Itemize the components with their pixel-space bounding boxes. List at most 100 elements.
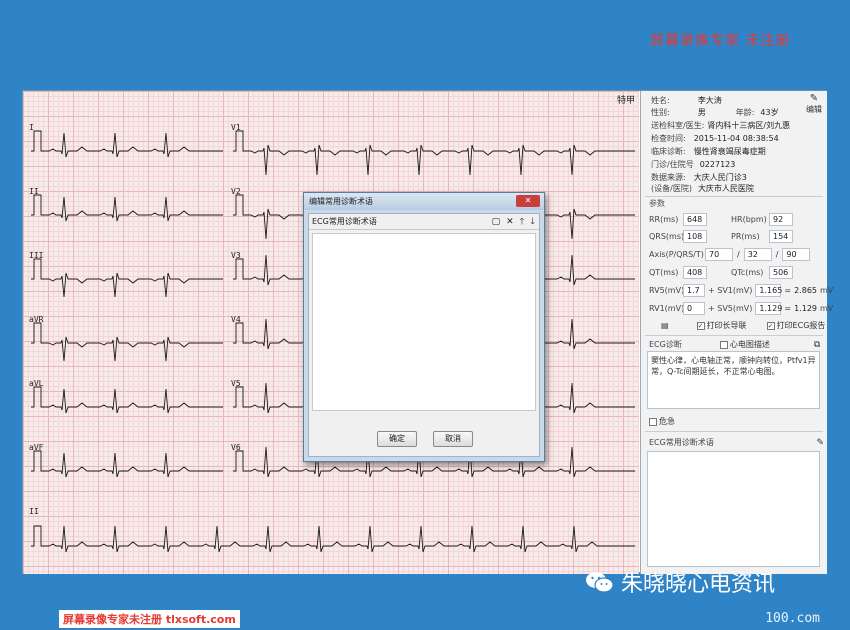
critical-checkbox[interactable] — [649, 417, 657, 426]
delete-icon[interactable]: ✕ — [506, 214, 514, 230]
move-down-icon[interactable]: 🡓 — [530, 214, 535, 230]
ecg-description-label: 心电图描述 — [729, 340, 770, 349]
lead-label-avf: aVF — [29, 443, 44, 452]
print-long-lead-label: 打印长导联 — [706, 321, 747, 330]
print-ecg-report-checkbox[interactable]: ✓ — [766, 321, 775, 330]
rv5-field[interactable]: 1.7 — [683, 284, 705, 297]
print-ecg-report-label: 打印ECG报告 — [776, 321, 826, 330]
hr-label: HR(bpm) — [731, 215, 767, 224]
report-panel: ✎ 编辑 姓名: 李大涛 性别: 男 年龄: 43岁 送检科室/医生: 肾内科十三病区/刘… — [640, 91, 833, 574]
qt-field[interactable]: 408 — [683, 266, 707, 279]
axis-t-field[interactable]: 90 — [782, 248, 811, 261]
wechat-brand-text: 朱晓晓心电资讯 — [621, 572, 776, 597]
axis-qrs-field[interactable]: 32 — [743, 248, 772, 261]
ecg-trace-left-0 — [31, 130, 223, 158]
diagnosis-label: 临床诊断: — [651, 147, 686, 156]
common-terms-list[interactable] — [647, 451, 820, 567]
lead-label-ii: II — [29, 187, 39, 196]
print-long-lead-checkbox[interactable]: ✓ — [696, 321, 705, 330]
rv5-sv1-sum: 2.865 — [794, 286, 818, 295]
sv1-field[interactable]: 1.165 — [755, 284, 782, 297]
exam-time: 2015-11-04 08:38:54 — [693, 134, 779, 143]
new-icon[interactable]: ▢ — [492, 214, 501, 230]
edit-common-terms-dialog: 编辑常用诊断术语 ✕ ECG常用诊断术语 ▢ ✕ 🡑 🡓 确定 取消 — [303, 192, 545, 462]
hospital-name: 大庆市人民医院 — [697, 184, 754, 193]
lead-label-v1: V1 — [231, 123, 241, 132]
recorder-watermark: 屏幕录像专家未注册 tlxsoft.com — [59, 610, 240, 628]
move-up-icon[interactable]: 🡑 — [520, 214, 525, 230]
qtc-field[interactable]: 506 — [769, 266, 793, 279]
rv1-field[interactable]: 0 — [683, 302, 705, 315]
clinical-diagnosis: 慢性肾衰竭尿毒症期 — [693, 147, 766, 156]
qtc-label: QTc(ms) — [731, 268, 764, 277]
params-title: 参数 — [649, 199, 665, 208]
lead-label-avr: aVR — [29, 315, 44, 324]
top-watermark: 屏幕录像专家 未注册 — [650, 33, 791, 49]
dialog-titlebar[interactable]: 编辑常用诊断术语 ✕ — [304, 193, 544, 210]
name-label: 姓名: — [651, 96, 670, 105]
qrs-label: QRS(ms) — [649, 232, 685, 241]
rr-label: RR(ms) — [649, 215, 679, 224]
lead-label-v2: V2 — [231, 187, 241, 196]
mv-unit: mV — [820, 304, 834, 313]
terms-list-title: ECG常用诊断术语 — [312, 217, 377, 226]
pr-field[interactable]: 154 — [769, 230, 793, 243]
dialog-body: ECG常用诊断术语 ▢ ✕ 🡑 🡓 确定 取消 — [308, 213, 540, 457]
sv5-field[interactable]: 1.129 — [755, 302, 782, 315]
rv1-label: RV1(mV) — [649, 304, 685, 313]
lead-label-v5: V5 — [231, 379, 241, 388]
ok-button[interactable]: 确定 — [377, 431, 417, 447]
critical-label: 危急 — [659, 417, 675, 426]
dept-label: 送检科室/医生: — [651, 121, 705, 130]
mv-unit: mV — [820, 286, 834, 295]
ecg-trace-left-1 — [31, 194, 223, 222]
dialog-title: 编辑常用诊断术语 — [309, 197, 373, 206]
cancel-button[interactable]: 取消 — [433, 431, 473, 447]
ecg-trace-left-4 — [31, 386, 223, 414]
patient-sex: 男 — [697, 108, 706, 117]
findings-textbox[interactable]: 窦性心律，心电轴正常，顺钟向转位，Ptfv1异常，Q-Tc间期延长，不正常心电图… — [647, 351, 820, 409]
axis-p-field[interactable]: 70 — [705, 248, 733, 261]
lead-label-v6: V6 — [231, 443, 241, 452]
lead-label-iii: III — [29, 251, 44, 260]
hr-field[interactable]: 92 — [769, 213, 793, 226]
ecg-trace-right-0 — [233, 130, 635, 176]
divider — [645, 196, 823, 197]
rv1-sv5-sum: 1.129 — [794, 304, 818, 313]
site-watermark: 100.com — [765, 611, 820, 626]
copy-icon[interactable]: ⧉ — [814, 340, 820, 350]
sv5-label: + SV5(mV) — [708, 304, 753, 313]
sex-label: 性别: — [651, 108, 670, 117]
lead-label-v4: V4 — [231, 315, 241, 324]
wechat-icon — [586, 572, 614, 593]
pencil-icon[interactable]: ✎ — [816, 438, 824, 448]
wechat-brand: 朱晓晓心电资讯 — [585, 566, 775, 598]
edit-button[interactable]: ✎ 编辑 — [803, 93, 825, 115]
findings-title: ECG诊断 — [649, 340, 682, 349]
rr-field[interactable]: 648 — [683, 213, 707, 226]
patient-dept: 肾内科十三病区/刘九惠 — [707, 121, 791, 130]
close-button[interactable]: ✕ — [516, 195, 540, 207]
qrs-field[interactable]: 108 — [683, 230, 707, 243]
qt-label: QT(ms) — [649, 268, 679, 277]
ecg-description-checkbox[interactable] — [719, 340, 728, 349]
pencil-icon: ✎ — [809, 93, 819, 104]
settings-icon[interactable]: ▤ — [661, 321, 669, 330]
rv5-label: RV5(mV) — [649, 286, 685, 295]
time-label: 检查时间: — [651, 134, 686, 143]
source-label: 数据来源: — [651, 173, 686, 182]
age-label: 年龄: — [735, 108, 755, 117]
sv1-label: + SV1(mV) — [708, 286, 753, 295]
lead-label-avl: aVL — [29, 379, 44, 388]
divider — [645, 431, 823, 432]
id-label: 门诊/住院号 — [651, 160, 694, 169]
lead-label-rhythm: II — [29, 507, 39, 516]
patient-name: 李大涛 — [697, 96, 722, 105]
axis-label: Axis(P/QRS/T) — [649, 250, 704, 259]
ecg-trace-left-5 — [31, 450, 223, 478]
terms-list[interactable] — [312, 233, 536, 411]
speed-label: 特甲 — [616, 96, 635, 106]
ecg-trace-left-3 — [31, 322, 223, 362]
ecg-rhythm-trace — [31, 525, 635, 553]
lead-label-i: I — [29, 123, 34, 132]
